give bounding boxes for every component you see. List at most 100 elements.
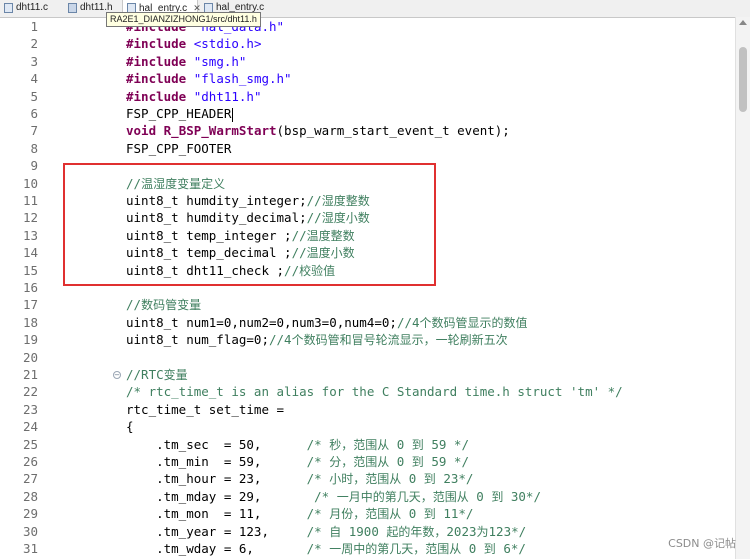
scrollbar-thumb[interactable]	[739, 47, 747, 112]
code-token: 0	[401, 471, 424, 487]
code-line[interactable]: {	[126, 418, 134, 435]
file-icon	[4, 3, 13, 13]
code-line[interactable]: .tm_year = 123, /* 自 1900 起的年数，2023为123*…	[126, 523, 526, 540]
code-line[interactable]: /* rtc_time_t is an alias for the C Stan…	[126, 383, 623, 400]
code-line[interactable]: void R_BSP_WarmStart(bsp_warm_start_even…	[126, 122, 510, 139]
code-line[interactable]: rtc_time_t set_time =	[126, 401, 284, 418]
tab-label: dht11.c	[16, 2, 49, 13]
line-number: 28	[22, 488, 38, 504]
tab-0[interactable]: dht11.c	[0, 0, 62, 16]
code-line[interactable]: #include <stdio.h>	[126, 35, 261, 52]
line-number-gutter: 1 2 3 4 5 6 7 8 9 10 11 12 13 14 15 16 17 18 19 20 21 22 23 24 2…	[0, 17, 38, 559]
code-token: 23*/	[435, 471, 474, 487]
scroll-up-icon[interactable]	[739, 20, 747, 25]
code-line[interactable]: .tm_sec = 50, /* 秒，范围从 0 到 59 */	[126, 436, 469, 453]
code-token: 30*/	[503, 488, 541, 504]
code-line[interactable]: .tm_mday = 29, /* 一月中的第几天，范围从 0 到 30*/	[126, 488, 541, 505]
code-token: /*	[306, 454, 330, 469]
line-number: 1	[30, 19, 38, 34]
line-number: 7	[30, 123, 38, 139]
code-token: 6*/	[495, 541, 526, 556]
code-line[interactable]: //数码管变量	[126, 296, 201, 313]
code-line[interactable]: #include "dht11.h"	[126, 88, 261, 105]
code-line[interactable]: FSP_CPP_HEADER	[126, 105, 234, 122]
line-number: 10	[22, 175, 38, 191]
code-token: 秒，范围从	[329, 437, 390, 452]
file-icon	[68, 3, 77, 13]
code-token: 一周中的第几天，范围从	[329, 542, 462, 556]
code-editor[interactable]: #include "hal_data.h"#include <stdio.h>#…	[126, 17, 736, 559]
code-token: R_BSP_WarmStart	[163, 123, 277, 139]
code-token: "dht11.h"	[193, 88, 262, 104]
code-token: /*	[306, 436, 330, 452]
text-cursor	[232, 107, 234, 122]
line-number: 25	[22, 436, 38, 452]
code-token: 到	[423, 472, 436, 487]
code-token: 11*/	[435, 506, 474, 522]
code-token: 个数码管和冒号轮流显示，一轮刷新五次	[291, 333, 508, 348]
code-token: FSP_CPP_HEADER	[126, 106, 232, 121]
line-number: 17	[22, 297, 38, 313]
line-number: 9	[30, 158, 38, 174]
code-token: (bsp_warm_start_event_t event);	[276, 123, 510, 139]
code-token: 到	[411, 455, 424, 469]
code-token: .tm_year = 123,	[126, 523, 307, 539]
code-line[interactable]: uint8_t num_flag=0;//4个数码管和冒号轮流显示，一轮刷新五次	[126, 331, 508, 348]
code-token: /* rtc_time_t is an alias for the C Stan…	[126, 384, 623, 400]
line-number: 5	[30, 88, 38, 104]
code-line[interactable]: uint8_t num1=0,num2=0,num3=0,num4=0;//4个…	[126, 314, 528, 331]
line-number: 6	[30, 106, 38, 121]
code-token: .tm_hour = 23,	[126, 471, 307, 487]
code-token: 0	[389, 436, 412, 452]
code-line[interactable]: #include "flash_smg.h"	[126, 70, 292, 87]
line-number: 4	[30, 71, 38, 87]
code-token: 59 */	[423, 436, 469, 452]
code-token: .tm_mon = 11,	[126, 506, 307, 522]
code-token: 到	[483, 542, 496, 556]
code-token: 自	[329, 524, 342, 539]
code-token: 为	[476, 524, 489, 539]
line-number: 14	[22, 245, 38, 261]
line-number: 13	[22, 227, 38, 243]
code-token: /*	[314, 488, 337, 504]
line-number: 27	[22, 471, 38, 487]
code-line[interactable]: .tm_mon = 11, /* 月份，范围从 0 到 11*/	[126, 505, 473, 522]
line-number: 18	[22, 314, 38, 330]
line-number: 30	[22, 523, 38, 539]
code-line[interactable]: .tm_min = 59, /* 分，范围从 0 到 59 */	[126, 453, 469, 470]
code-token: #include	[126, 71, 187, 87]
file-path-tooltip: RA2E1_DIANZIZHONG1/src/dht11.h	[106, 12, 261, 27]
code-token: "flash_smg.h"	[193, 71, 292, 87]
code-token: 个数码管显示的数值	[419, 315, 528, 330]
code-line[interactable]: .tm_wday = 6, /* 一周中的第几天，范围从 0 到 6*/	[126, 540, 526, 557]
code-token: 0	[468, 488, 492, 504]
code-token: #include	[126, 53, 187, 69]
code-token: "smg.h"	[193, 53, 247, 69]
code-token: /*	[306, 541, 330, 556]
code-token: 1900	[341, 523, 387, 539]
code-token: 到	[411, 437, 424, 452]
code-line[interactable]: //RTC变量	[126, 366, 188, 383]
code-token: #include	[126, 88, 187, 104]
code-line[interactable]: #include "smg.h"	[126, 53, 246, 70]
line-number: 12	[22, 210, 38, 226]
code-line[interactable]: .tm_hour = 23, /* 小时，范围从 0 到 23*/	[126, 470, 473, 487]
code-token: .tm_mday = 29,	[126, 488, 315, 504]
code-token: 0	[389, 454, 412, 469]
line-number: 29	[22, 506, 38, 522]
code-line[interactable]: FSP_CPP_FOOTER	[126, 140, 231, 157]
code-token: .tm_wday = 6,	[126, 541, 307, 556]
line-number: 11	[22, 193, 38, 208]
code-token: 分，范围从	[329, 455, 390, 469]
code-token: rtc_time_t set_time =	[126, 401, 285, 417]
fold-toggle-icon[interactable]: −	[113, 371, 121, 379]
line-number: 26	[22, 454, 38, 469]
code-token: //4	[396, 314, 420, 330]
code-token: /*	[306, 523, 330, 539]
line-number: 20	[22, 349, 38, 365]
vertical-scrollbar[interactable]	[735, 17, 750, 559]
code-token: 数码管变量	[141, 298, 202, 313]
